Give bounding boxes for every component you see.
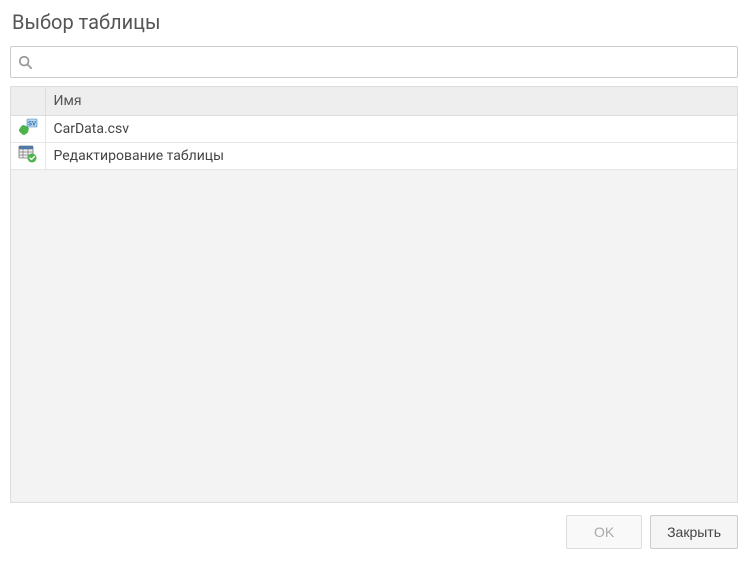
table-edit-icon xyxy=(18,145,38,163)
ok-button[interactable]: OK xyxy=(566,515,642,549)
row-name-cell: Редактирование таблицы xyxy=(45,143,737,170)
table-header-row: Имя xyxy=(11,87,737,116)
column-header-name[interactable]: Имя xyxy=(45,87,737,116)
dialog-footer: OK Закрыть xyxy=(10,515,738,549)
row-name-cell: CarData.csv xyxy=(45,116,737,143)
table-row[interactable]: SV CarData.csv xyxy=(11,116,737,143)
csv-file-icon: SV xyxy=(18,118,38,136)
search-field-wrapper xyxy=(10,46,738,78)
svg-text:SV: SV xyxy=(28,122,36,128)
dialog-title: Выбор таблицы xyxy=(10,10,738,34)
close-button[interactable]: Закрыть xyxy=(650,515,738,549)
tables-list: Имя SV CarDat xyxy=(11,87,737,170)
select-table-dialog: Выбор таблицы Имя xyxy=(0,0,748,561)
row-icon-cell: SV xyxy=(11,116,45,143)
table-row[interactable]: Редактирование таблицы xyxy=(11,143,737,170)
search-input[interactable] xyxy=(10,46,738,78)
column-header-icon[interactable] xyxy=(11,87,45,116)
table-list-container: Имя SV CarDat xyxy=(10,86,738,503)
row-icon-cell xyxy=(11,143,45,170)
